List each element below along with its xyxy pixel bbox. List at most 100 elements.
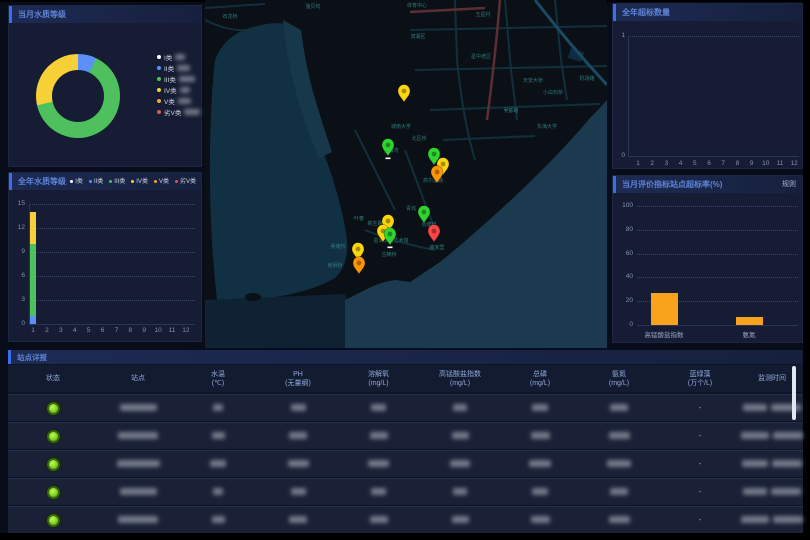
map-label: 五星村	[475, 11, 490, 18]
status-indicator	[47, 430, 60, 443]
cell-溶解氧	[338, 516, 419, 525]
rules-link[interactable]: 规则	[782, 177, 802, 193]
x-tick-label: 8	[128, 327, 132, 334]
redacted-value	[213, 404, 223, 411]
table-row[interactable]: -	[8, 450, 803, 477]
cell-蓝绿藻: -	[659, 489, 741, 496]
gridline	[628, 36, 799, 37]
legend-dot	[131, 180, 134, 183]
legend-item[interactable]: III类	[109, 174, 125, 190]
legend-label: III类	[164, 74, 176, 84]
stack-segment-III类[interactable]	[30, 244, 36, 316]
legend-item[interactable]: III类	[157, 75, 200, 82]
column-label: 氨氮	[579, 370, 659, 379]
cell-站点	[98, 404, 178, 413]
map-label: 星中老区	[471, 53, 491, 60]
status-indicator	[47, 458, 60, 471]
redacted-value	[532, 404, 548, 411]
legend-item[interactable]: V类	[154, 174, 169, 190]
cell-水温	[178, 516, 258, 525]
legend-item[interactable]: 劣V类	[175, 174, 196, 190]
gridline	[637, 254, 798, 255]
x-tick-label: 2	[45, 327, 49, 334]
redacted-value	[371, 404, 386, 411]
redacted-value	[531, 516, 550, 523]
x-tick-label: 1	[31, 327, 35, 334]
legend-item[interactable]: 劣V类	[157, 108, 200, 115]
y-tick-label: 0	[615, 321, 633, 328]
y-tick-label: 15	[9, 200, 25, 207]
cell-水温	[178, 460, 258, 469]
cell-站点	[98, 432, 178, 441]
map-panel: 石龙桥渔贝坞体育中心五星村滨湖区星中老区天安大桥机场路小白石桥吴都路东海大学城南…	[205, 0, 607, 348]
cell-高锰酸盐指数	[419, 460, 501, 469]
redacted-value	[609, 516, 630, 523]
column-label: 溶解氧	[338, 370, 419, 379]
legend-item[interactable]: V类	[157, 97, 200, 104]
redacted-value	[610, 488, 628, 495]
redacted-value	[213, 488, 223, 495]
x-tick-label: 1	[636, 160, 640, 167]
redacted-value	[532, 488, 548, 495]
column-header: 蓝绿藻(万个/L)	[659, 370, 741, 388]
redacted-value	[289, 432, 307, 439]
rate-bar[interactable]	[736, 317, 763, 325]
rate-bar[interactable]	[651, 293, 678, 325]
table-row[interactable]: -	[8, 506, 803, 533]
redacted-value	[370, 516, 388, 523]
table-row[interactable]: -	[8, 422, 803, 449]
panel-station-table: 站点详报 状态站点水温(℃)PH(无量纲)溶解氧(mg/L)高锰酸盐指数(mg/…	[8, 350, 803, 533]
cell-氨氮	[579, 460, 659, 469]
column-label: 站点	[98, 374, 178, 383]
legend-item[interactable]: IV类	[131, 174, 148, 190]
x-tick-label: 5	[693, 160, 697, 167]
redacted-value	[118, 432, 158, 439]
y-tick-label: 40	[615, 273, 633, 280]
legend-item[interactable]: II类	[89, 174, 103, 190]
cell-监测时间	[741, 460, 803, 469]
legend-item[interactable]: IV类	[157, 86, 200, 93]
cell-溶解氧	[338, 488, 419, 497]
pin-center	[432, 229, 437, 234]
redacted-value	[291, 404, 306, 411]
map-label: 古楠桥	[381, 251, 396, 258]
stack-segment-II类[interactable]	[30, 316, 36, 324]
legend-item[interactable]: I类	[157, 53, 200, 60]
pin-center	[422, 210, 427, 215]
map-label: 南栖桥	[327, 262, 342, 269]
cell-状态	[8, 430, 98, 443]
table-scrollbar[interactable]	[792, 366, 796, 420]
cell-溶解氧	[338, 432, 419, 441]
x-tick-label: 12	[182, 327, 189, 334]
panel-title: 全年超标数量	[622, 5, 670, 21]
legend-dot	[109, 180, 112, 183]
column-label: 水温	[178, 370, 258, 379]
table-row[interactable]: -	[8, 394, 803, 421]
gridline	[29, 276, 195, 277]
cell-蓝绿藻: -	[659, 433, 741, 440]
legend-dot	[157, 66, 161, 70]
pin-base-mark	[388, 247, 393, 249]
cell-总磷	[501, 404, 579, 413]
redacted-value	[179, 76, 195, 82]
redacted-value	[531, 432, 550, 439]
x-tick-label: 9	[142, 327, 146, 334]
y-tick-label: 0	[609, 152, 625, 159]
x-tick-label: 12	[791, 160, 798, 167]
column-label: 总磷	[501, 370, 579, 379]
legend-dot	[157, 55, 161, 59]
redacted-value	[609, 432, 630, 439]
pin-center	[388, 232, 393, 237]
x-tick-label: 11	[169, 327, 176, 334]
column-label: PH	[258, 370, 338, 379]
table-row[interactable]: -	[8, 478, 803, 505]
y-tick-label: 12	[9, 224, 25, 231]
exceed-rate-chart: 020406080100高锰酸盐指数氨氮	[613, 192, 802, 342]
legend-item[interactable]: I类	[70, 174, 83, 190]
legend-item[interactable]: II类	[157, 64, 200, 71]
city-map[interactable]: 石龙桥渔贝坞体育中心五星村滨湖区星中老区天安大桥机场路小白石桥吴都路东海大学城南…	[205, 0, 607, 348]
redacted-value	[289, 516, 307, 523]
redacted-datetime	[741, 432, 769, 439]
stack-segment-IV类[interactable]	[30, 212, 36, 244]
column-header: 水温(℃)	[178, 370, 258, 388]
